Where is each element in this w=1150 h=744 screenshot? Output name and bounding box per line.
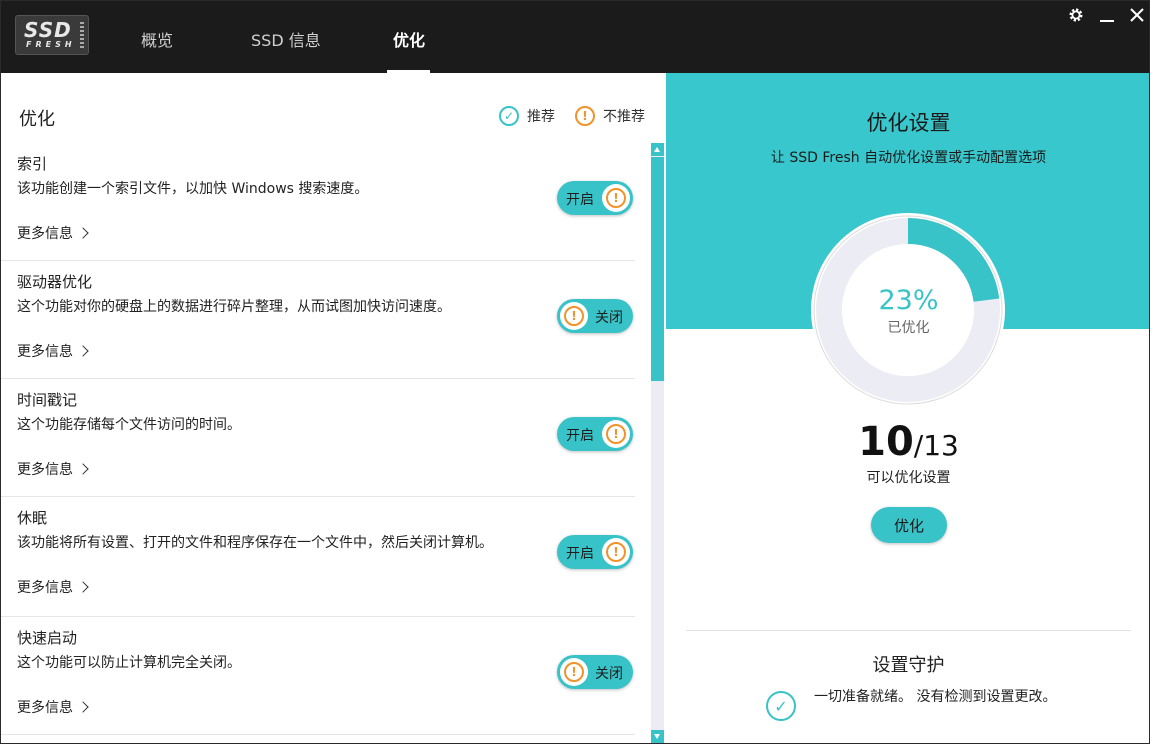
logo-text: SSD bbox=[24, 18, 72, 42]
toggle-label: 开启 bbox=[566, 192, 594, 208]
count-label: 可以优化设置 bbox=[866, 470, 951, 486]
percent-label: 已优化 bbox=[887, 320, 930, 336]
legend-not-recommended-label: 不推荐 bbox=[603, 109, 645, 125]
guard-title: 设置守护 bbox=[872, 655, 945, 676]
settings-count: 10/13 bbox=[666, 419, 1149, 465]
item-description: 该功能将所有设置、打开的文件和程序保存在一个文件中，然后关闭计算机。 bbox=[17, 535, 493, 551]
list-item: 休眠 该功能将所有设置、打开的文件和程序保存在一个文件中，然后关闭计算机。 更多… bbox=[1, 497, 635, 617]
list-scrollbar[interactable] bbox=[651, 143, 664, 743]
list-item: 索引 该功能创建一个索引文件，以加快 Windows 搜索速度。 更多信息 开启… bbox=[1, 143, 635, 261]
title-bar: SSD FRESH 概览 SSD 信息 优化 bbox=[1, 1, 1149, 73]
close-icon[interactable] bbox=[1129, 7, 1145, 27]
legend-recommended: ✓ 推荐 bbox=[499, 106, 555, 126]
toggle-label: 关闭 bbox=[595, 310, 623, 326]
more-info-link[interactable]: 更多信息 bbox=[17, 459, 89, 479]
warning-icon: ! bbox=[575, 106, 595, 126]
toggle-label: 开启 bbox=[566, 428, 594, 444]
settings-list: 索引 该功能创建一个索引文件，以加快 Windows 搜索速度。 更多信息 开启… bbox=[1, 143, 641, 743]
warning-icon: ! bbox=[564, 662, 584, 682]
toggle-knob: ! bbox=[560, 302, 588, 330]
item-name: 驱动器优化 bbox=[17, 273, 93, 291]
scroll-up-arrow-icon[interactable] bbox=[651, 143, 664, 156]
more-info-link[interactable]: 更多信息 bbox=[17, 697, 89, 717]
toggle-switch[interactable]: ! 关闭 bbox=[557, 655, 633, 689]
percent-value: 23% bbox=[878, 285, 939, 316]
toggle-switch[interactable]: ! 关闭 bbox=[557, 299, 633, 333]
toggle-label: 开启 bbox=[566, 546, 594, 562]
list-item: 时间戳记 这个功能存储每个文件访问的时间。 更多信息 开启 ! bbox=[1, 379, 635, 497]
warning-icon: ! bbox=[606, 424, 626, 444]
chevron-right-icon bbox=[77, 345, 89, 357]
toggle-knob: ! bbox=[560, 658, 588, 686]
chevron-right-icon bbox=[77, 701, 89, 713]
item-name: 休眠 bbox=[17, 509, 48, 527]
item-name: 索引 bbox=[17, 155, 48, 173]
minimize-icon[interactable] bbox=[1099, 7, 1115, 27]
scroll-down-arrow-icon[interactable] bbox=[651, 730, 664, 743]
summary-subtitle: 让 SSD Fresh 自动优化设置或手动配置选项 bbox=[770, 150, 1047, 166]
toggle-switch[interactable]: 开启 ! bbox=[557, 535, 633, 569]
count-done: 10 bbox=[858, 419, 914, 465]
logo-bars bbox=[80, 22, 84, 50]
legend-recommended-label: 推荐 bbox=[527, 109, 555, 125]
app-window: SSD FRESH 概览 SSD 信息 优化 优化 ✓ 推荐 ! 不推荐 索引 … bbox=[0, 0, 1150, 744]
toggle-switch[interactable]: 开启 ! bbox=[557, 417, 633, 451]
check-icon: ✓ bbox=[766, 691, 796, 721]
more-info-label: 更多信息 bbox=[17, 344, 73, 360]
chevron-right-icon bbox=[77, 227, 89, 239]
warning-icon: ! bbox=[564, 306, 584, 326]
gear-icon[interactable] bbox=[1068, 7, 1084, 27]
optimization-list-panel: 优化 ✓ 推荐 ! 不推荐 索引 该功能创建一个索引文件，以加快 Windows… bbox=[1, 73, 666, 743]
warning-icon: ! bbox=[606, 542, 626, 562]
count-total: /13 bbox=[913, 429, 959, 462]
more-info-label: 更多信息 bbox=[17, 226, 73, 242]
optimize-button[interactable]: 优化 bbox=[871, 507, 947, 543]
logo-subtext: FRESH bbox=[26, 40, 76, 49]
toggle-knob: ! bbox=[602, 184, 630, 212]
ssd-fresh-logo: SSD FRESH bbox=[15, 15, 89, 55]
chevron-right-icon bbox=[77, 463, 89, 475]
scroll-thumb[interactable] bbox=[651, 157, 664, 381]
summary-title: 优化设置 bbox=[866, 111, 951, 135]
optimization-summary-panel: 优化设置 让 SSD Fresh 自动优化设置或手动配置选项 23% 已优化 1… bbox=[666, 73, 1149, 743]
more-info-label: 更多信息 bbox=[17, 462, 73, 478]
more-info-link[interactable]: 更多信息 bbox=[17, 577, 89, 597]
divider bbox=[686, 630, 1131, 631]
warning-icon: ! bbox=[606, 188, 626, 208]
toggle-knob: ! bbox=[602, 420, 630, 448]
list-item: 快速启动 这个功能可以防止计算机完全关闭。 更多信息 ! 关闭 bbox=[1, 617, 635, 735]
more-info-label: 更多信息 bbox=[17, 700, 73, 716]
item-description: 该功能创建一个索引文件，以加快 Windows 搜索速度。 bbox=[17, 181, 369, 197]
check-icon: ✓ bbox=[499, 106, 519, 126]
item-description: 这个功能存储每个文件访问的时间。 bbox=[17, 417, 241, 433]
toggle-knob: ! bbox=[602, 538, 630, 566]
tab-optimize[interactable]: 优化 bbox=[393, 27, 425, 51]
toggle-label: 关闭 bbox=[595, 666, 623, 682]
more-info-link[interactable]: 更多信息 bbox=[17, 341, 89, 361]
more-info-link[interactable]: 更多信息 bbox=[17, 223, 89, 243]
list-item: 驱动器优化 这个功能对你的硬盘上的数据进行碎片整理，从而试图加快访问速度。 更多… bbox=[1, 261, 635, 379]
item-description: 这个功能对你的硬盘上的数据进行碎片整理，从而试图加快访问速度。 bbox=[17, 299, 451, 315]
item-name: 时间戳记 bbox=[17, 391, 78, 409]
more-info-label: 更多信息 bbox=[17, 580, 73, 596]
legend-not-recommended: ! 不推荐 bbox=[575, 106, 645, 126]
tab-overview[interactable]: 概览 bbox=[141, 27, 173, 51]
toggle-switch[interactable]: 开启 ! bbox=[557, 181, 633, 215]
item-description: 这个功能可以防止计算机完全关闭。 bbox=[17, 655, 241, 671]
tab-ssd-info[interactable]: SSD 信息 bbox=[251, 27, 321, 51]
chevron-right-icon bbox=[77, 581, 89, 593]
guard-status-text: 一切准备就绪。 没有检测到设置更改。 bbox=[814, 689, 1057, 705]
item-name: 快速启动 bbox=[17, 629, 78, 647]
panel-title: 优化 bbox=[19, 109, 55, 130]
